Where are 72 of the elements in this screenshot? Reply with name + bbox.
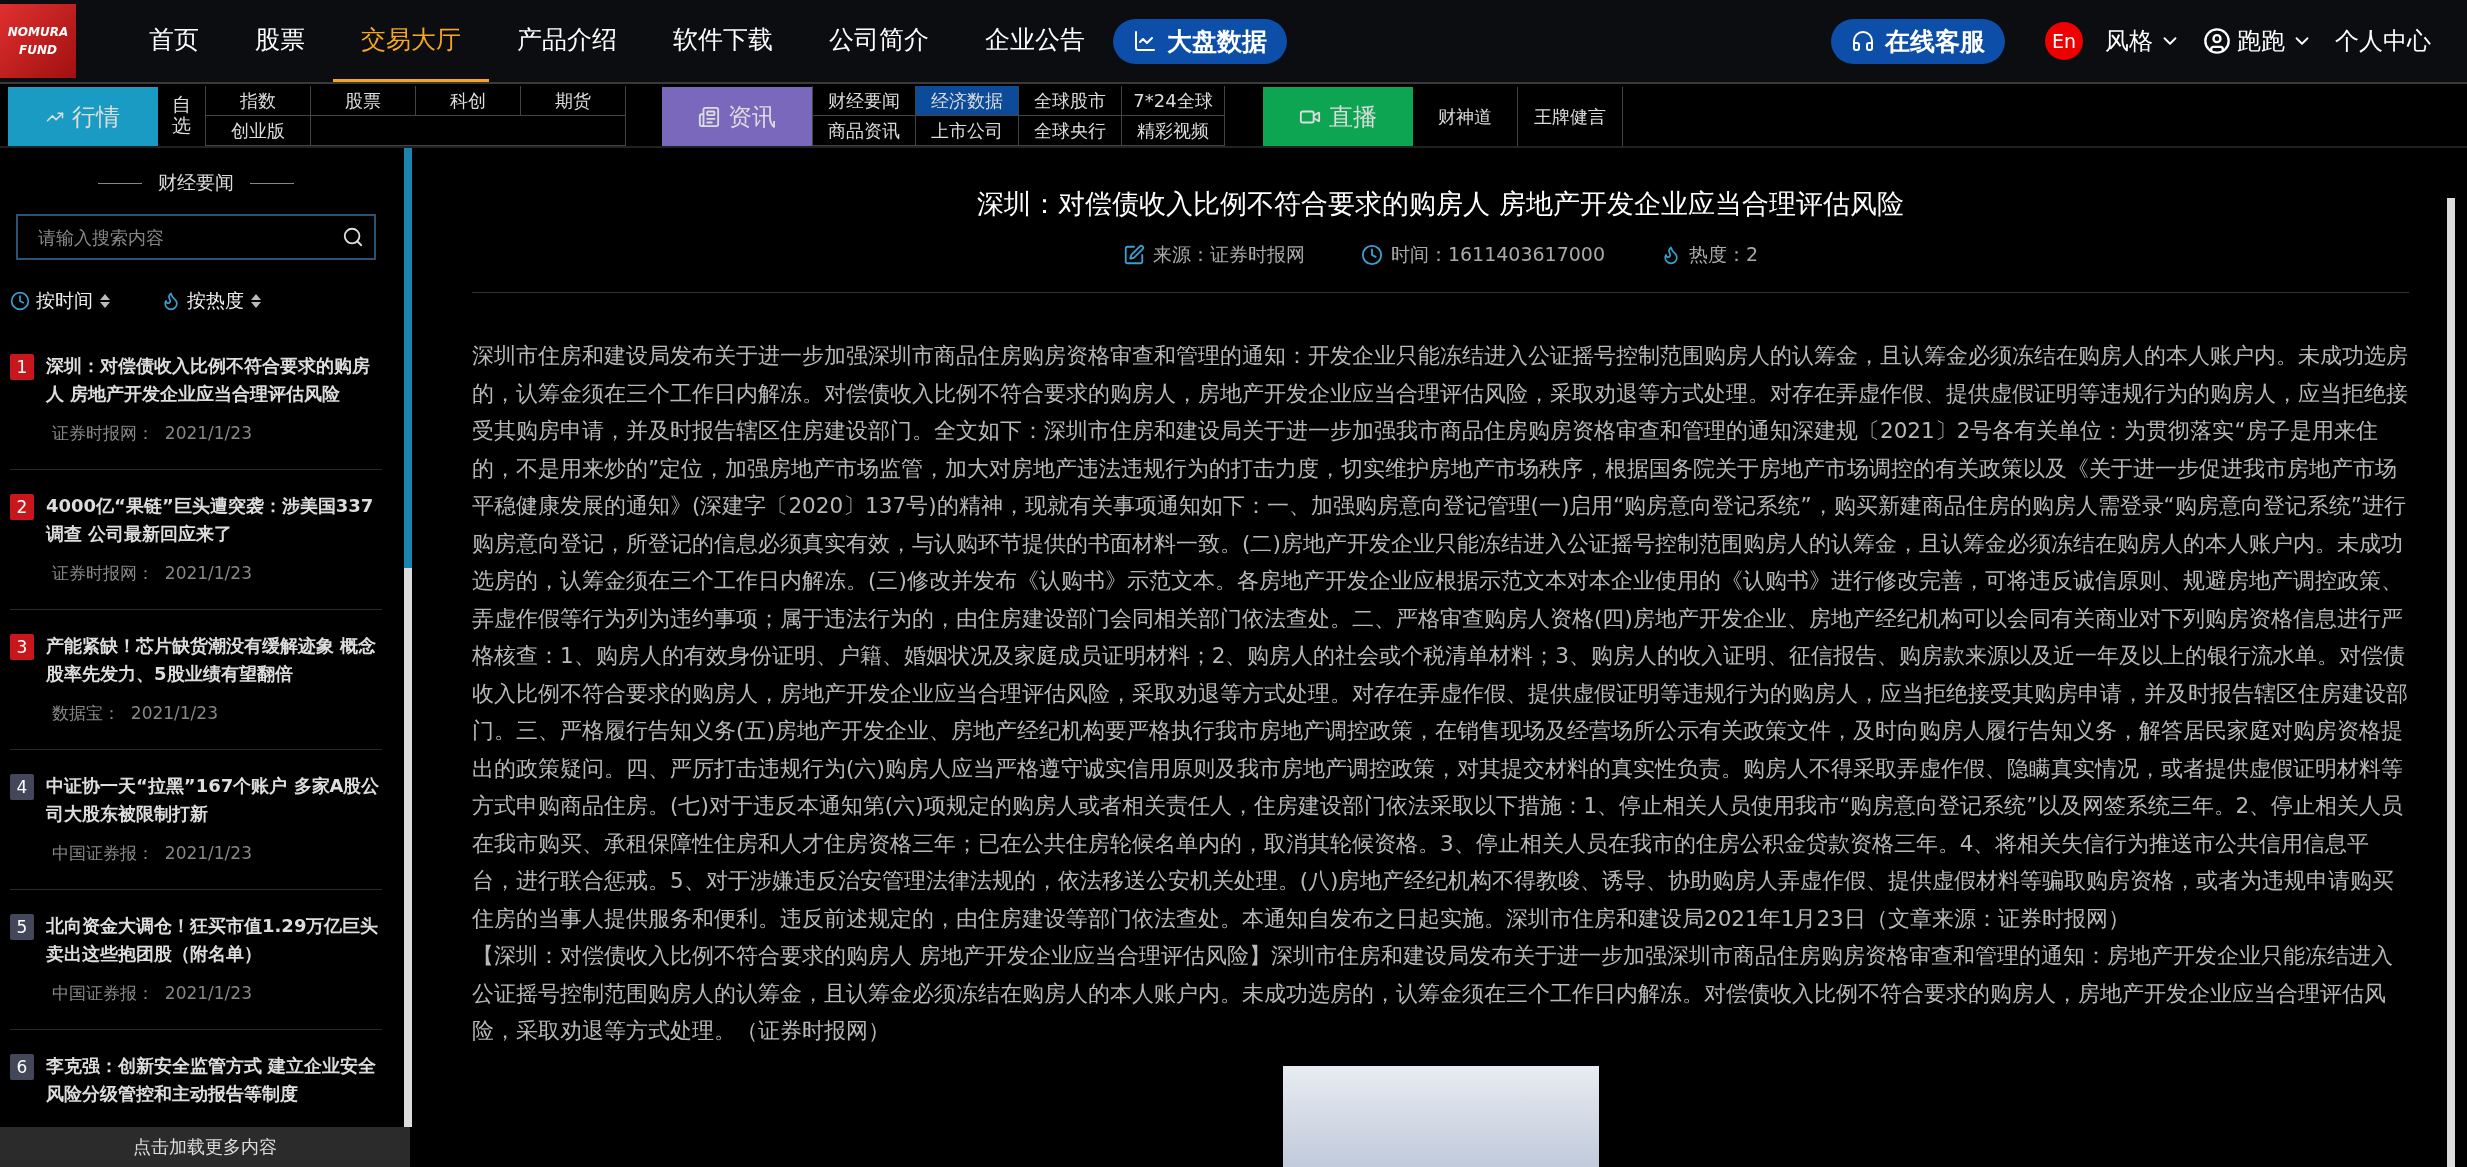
rank-badge: 1 — [10, 354, 34, 380]
chart-icon — [1133, 29, 1157, 53]
load-more-button[interactable]: 点击加载更多内容 — [0, 1127, 410, 1167]
clock-icon — [1360, 244, 1383, 266]
clock-icon — [10, 291, 30, 311]
news-source-date: 证券时报网： 2021/1/23 — [52, 422, 253, 445]
news-link[interactable]: 7*24全球 — [1122, 86, 1225, 116]
watchlist-label[interactable]: 自选 — [158, 84, 205, 146]
market-link[interactable]: 科创 — [416, 86, 521, 116]
rank-badge: 5 — [10, 914, 34, 940]
nav-tab[interactable]: 企业公告 — [957, 0, 1113, 82]
rank-badge: 4 — [10, 774, 34, 800]
article-heat: 热度：2 — [1689, 242, 1759, 267]
article-time: 时间：1611403617000 — [1390, 242, 1606, 267]
live-link[interactable]: 财神道 — [1413, 87, 1518, 146]
news-title-link[interactable]: 4000亿“果链”巨头遭突袭：涉美国337调查 公司最新回应来了 — [46, 492, 382, 548]
news-title-link[interactable]: 北向资金大调仓！狂买市值1.29万亿巨头卖出这些抱团股（附名单） — [46, 912, 382, 968]
headset-icon — [1851, 29, 1875, 53]
sort-icon — [99, 293, 111, 309]
rank-badge: 2 — [10, 494, 34, 520]
market-link[interactable]: 股票 — [311, 86, 416, 116]
customer-service-button[interactable]: 在线客服 — [1831, 18, 2005, 64]
search-icon[interactable] — [342, 226, 364, 248]
news-title-link[interactable]: 中证协一天“拉黑”167个账户 多家A股公司大股东被限制打新 — [46, 772, 382, 828]
market-link[interactable]: 指数 — [206, 86, 311, 116]
news-link[interactable]: 经济数据 — [916, 86, 1019, 116]
news-source-date: 中国证券报： 2021/1/23 — [52, 842, 253, 865]
sort-button[interactable]: 按热度 — [161, 288, 262, 314]
sort-button[interactable]: 按时间 — [10, 288, 111, 314]
news-link[interactable]: 全球股市 — [1019, 86, 1122, 116]
market-data-button[interactable]: 大盘数据 — [1113, 18, 1287, 64]
news-link[interactable]: 全球央行 — [1019, 116, 1122, 146]
rank-badge: 6 — [10, 1054, 34, 1080]
news-title-link[interactable]: 李克强：创新安全监管方式 建立企业安全风险分级管控和主动报告等制度 — [46, 1052, 382, 1108]
user-icon — [2203, 27, 2231, 55]
news-link[interactable]: 上市公司 — [916, 116, 1019, 146]
news-source-date: 中国证券报： 2021/1/23 — [52, 982, 253, 1005]
edit-icon — [1122, 244, 1145, 266]
nav-tab[interactable]: 首页 — [121, 0, 227, 82]
market-link[interactable]: 创业版 — [206, 116, 311, 146]
article-source: 来源：证券时报网 — [1152, 242, 1305, 267]
market-link[interactable]: 期货 — [521, 86, 626, 116]
sidebar-title: 财经要闻 — [158, 170, 234, 195]
live-link[interactable]: 王牌健言 — [1518, 87, 1623, 146]
news-link[interactable]: 商品资讯 — [813, 116, 916, 146]
personal-center-link[interactable]: 个人中心 — [2335, 25, 2431, 57]
style-menu[interactable]: 风格 — [2105, 25, 2181, 57]
news-tab[interactable]: 资讯 — [662, 87, 812, 146]
nav-tab[interactable]: 软件下载 — [645, 0, 801, 82]
sort-icon — [250, 293, 262, 309]
scrollbar[interactable] — [404, 148, 412, 1127]
user-menu[interactable]: 跑跑 — [2203, 25, 2313, 57]
nav-tab[interactable]: 股票 — [227, 0, 333, 82]
article-paragraph: 【深圳：对偿债收入比例不符合要求的购房人 房地产开发企业应当合理评估风险】深圳市住房和建设局发布关于进一步加强深圳市商品住房购房资格审查和管理的通知：房地产开发企业只能冻结进入公证摇号控制范围购房人的认筹金，且认筹金必须冻结在购房人的本人账户内。未成功选房的，认筹金须在三个工作日内解冻。对偿债收入比例不符合要求的购房人，房地产开发企业应当合理评估风险，采取劝退等方式处理。（证券时报网） — [472, 942, 2394, 1045]
search-field[interactable]: 请输入搜索内容 — [16, 214, 376, 260]
scrollbar[interactable] — [2447, 198, 2455, 1167]
newspaper-icon — [698, 105, 720, 128]
flame-icon — [161, 291, 181, 311]
article-paragraph: 深圳市住房和建设局发布关于进一步加强深圳市商品住房购房资格审查和管理的通知：开发企业只能冻结进入公证摇号控制范围购房人的认筹金，且认筹金必须冻结在购房人的本人账户内。未成功选房的，认筹金须在三个工作日内解冻。对偿债收入比例不符合要求的购房人，房地产开发企业应当合理评估风险，采取劝退等方式处理。对存在弄虚作假、提供虚假证明等违规行为的购房人，应当拒绝接受其购房申请，并及时报告辖区住房建设部门。全文如下：深圳市住房和建设局关于进一步加强我市商品住房购房资格审查和管理的通知深建规〔2021〕2号各有关单位：为贯彻落实“房子是用来住的，不是用来炒的”定位，加强房地产市场监管，加大对房地产违法违规行为的打击力度，切实维护房地产市场秩序，根据国务院关于房地产市场调控的有关政策以及《关于进一步促进我市房地产市场平稳健康发展的通知》(深建字〔2020〕137号)的精神，现就有关事项通知如下：一、加强购房意向登记管理(一)启用“购房意向登记系统”，购买新建商品住房的购房人需登录“购房意向登记系统”进行购房意向登记，所登记的信息必须真实有效，与认购环节提供的书面材料一致。(二)房地产开发企业只能冻结进入公证摇号控制范围购房人的认筹金，且认筹金必须冻结在购房人的本人账户内。未成功选房的，认筹金须在三个工作日内解冻。(三)修改并发布《认购书》示范文本。各房地产开发企业应根据示范文本对本企业使用的《认购书》进行修改完善，可将违反诚信原则、规避房地产调控政策、弄虚作假等行为列为违约事项；属于违法行为的，由住房建设部门会同相关部门依法查处。二、严格审查购房人资格(四)房地产开发企业、房地产经纪机构可以会同有关商业对下列购房资格信息进行严格核查：1、购房人的有效身份证明、户籍、婚姻状况及家庭成员证明材料；2、购房人的社会或个税清单材料；3、购房人的收入证明、征信报告、购房款来源以及近一年及以上的银行流水单。对偿债收入比例不符合要求的购房人，房地产开发企业应当合理评估风险，采取劝退等方式处理。对存在弄虚作假、提供虚假证明等违规行为的购房人，应当拒绝接受其购房申请，并及时报告辖区住房建设部门。三、严格履行告知义务(五)房地产开发企业、房地产经纪机构要严格执行我市房地产调控政策，在销售现场及经营场所公示有关政策文件，及时向购房人履行告知义务，解答居民家庭对购房资格提出的政策疑问。四、严厉打击违规行为(六)购房人应当严格遵守诚实信用原则及我市房地产调控政策，对其提交材料的真实性负责。购房人不得采取弄虚作假、隐瞒真实情况，或者提供虚假证明材料等方式申购商品住房。(七)对于违反本通知第(六)项规定的购房人或者相关责任人，住房建设部门依法采取以下措施：1、停止相关人员使用我市“购房意向登记系统”以及网签系统三年。2、停止相关人员在我市购买、承租保障性住房和人才住房资格三年；已在公共住房轮候名单内的，取消其轮候资格。3、停止相关人员在我市的住房公积金贷款资格三年。4、将相关失信行为推送市公共信用信息平台，进行联合惩戒。5、对于涉嫌违反治安管理法律法规的，依法移送公安机关处理。(八)房地产经纪机构不得教唆、诱导、协助购房人弄虚作假、提供虚假材料等骗取购房资格，或者为违规申请购买住房的当事人提供服务和便利。违反前述规定的，由住房建设等部门依法查处。本通知自发布之日起实施。深圳市住房和建设局2021年1月23日（文章来源：证券时报网） — [472, 342, 2409, 933]
logo-text: FUND — [18, 43, 58, 57]
news-title-link[interactable]: 产能紧缺！芯片缺货潮没有缓解迹象 概念股率先发力、5股业绩有望翻倍 — [46, 632, 382, 688]
rank-badge: 3 — [10, 634, 34, 660]
article-title: 深圳：对偿债收入比例不符合要求的购房人 房地产开发企业应当合理评估风险 — [976, 187, 1905, 221]
nav-tab[interactable]: 公司简介 — [801, 0, 957, 82]
news-link[interactable]: 精彩视频 — [1122, 116, 1225, 146]
logo[interactable]: NOMURA FUND — [0, 4, 76, 78]
news-source-date: 数据宝： 2021/1/23 — [52, 702, 219, 725]
logo-text: NOMURA — [6, 25, 70, 39]
news-title-link[interactable]: 深圳：对偿债收入比例不符合要求的购房人 房地产开发企业应当合理评估风险 — [46, 352, 382, 408]
language-badge[interactable]: En — [2045, 22, 2083, 60]
news-source-date: 证券时报网： 2021/1/23 — [52, 562, 253, 585]
nav-tab[interactable]: 产品介绍 — [489, 0, 645, 82]
